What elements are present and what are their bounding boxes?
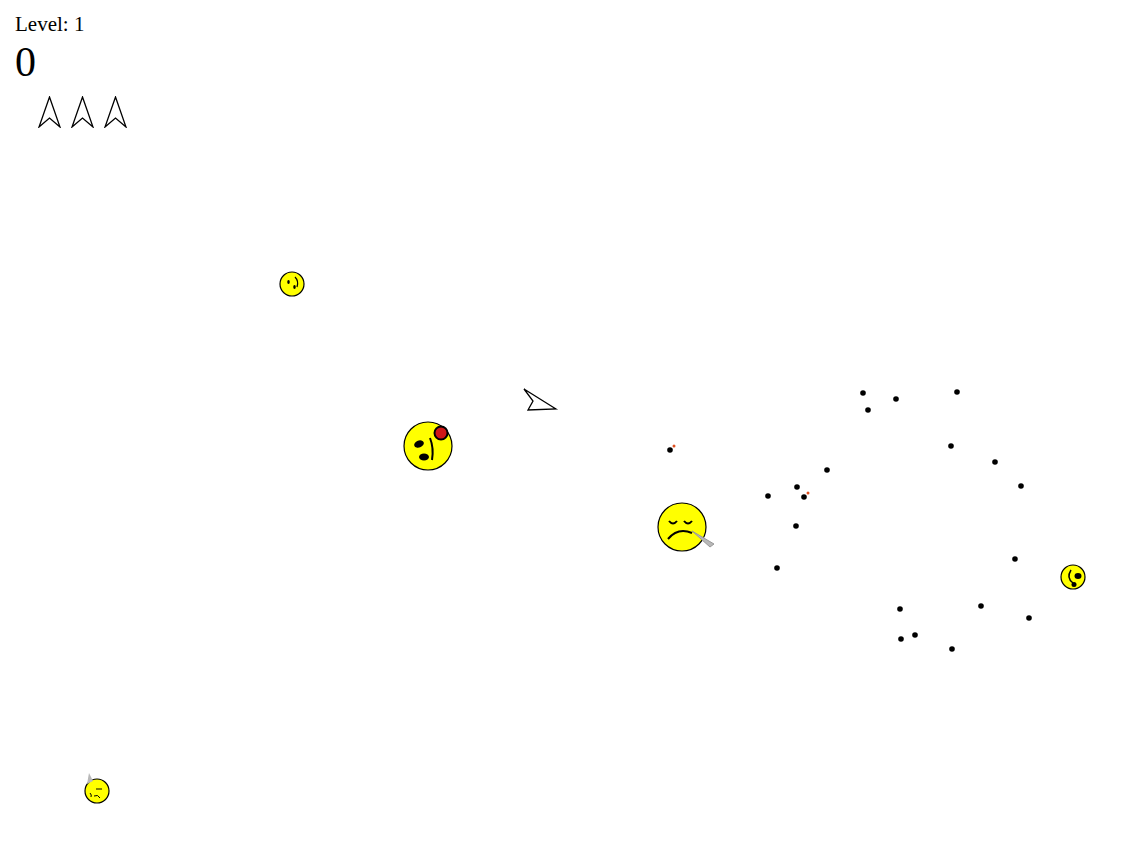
enemy-face xyxy=(85,773,109,803)
enemy-face xyxy=(404,422,452,470)
life-ship-icon xyxy=(71,96,94,128)
debris-dot xyxy=(765,493,771,499)
debris-dot xyxy=(948,443,954,449)
debris-dot xyxy=(1012,556,1018,562)
debris-dot xyxy=(912,632,918,638)
enemy-face xyxy=(658,503,714,551)
game-screen[interactable]: Level: 10 xyxy=(0,0,1140,850)
debris-dot xyxy=(860,390,866,396)
level-label: Level: 1 xyxy=(15,12,84,36)
bullet xyxy=(673,445,676,448)
debris-dot xyxy=(794,484,800,490)
bullet xyxy=(807,492,810,495)
player-ship-icon[interactable] xyxy=(524,389,556,410)
debris-dot xyxy=(667,447,673,453)
score: 0 xyxy=(15,38,36,86)
hud: Level: 10 xyxy=(0,0,1140,128)
debris-dot xyxy=(893,396,899,402)
debris-dot xyxy=(954,389,960,395)
enemy-face xyxy=(280,272,304,296)
debris-dot xyxy=(774,565,780,571)
debris-dot xyxy=(992,459,998,465)
debris-dot xyxy=(824,467,830,473)
debris-dot xyxy=(801,494,807,500)
life-ship-icon xyxy=(38,96,61,128)
game-canvas[interactable] xyxy=(0,0,1140,850)
debris-dot xyxy=(897,606,903,612)
debris-dot xyxy=(865,407,871,413)
life-ship-icon xyxy=(104,96,127,128)
debris-dot xyxy=(898,636,904,642)
debris-dot xyxy=(1018,483,1024,489)
debris-dot xyxy=(793,523,799,529)
debris-dot xyxy=(978,603,984,609)
debris-dot xyxy=(1026,615,1032,621)
debris-dot xyxy=(949,646,955,652)
lives-row xyxy=(15,96,127,128)
enemy-face xyxy=(1061,565,1085,589)
